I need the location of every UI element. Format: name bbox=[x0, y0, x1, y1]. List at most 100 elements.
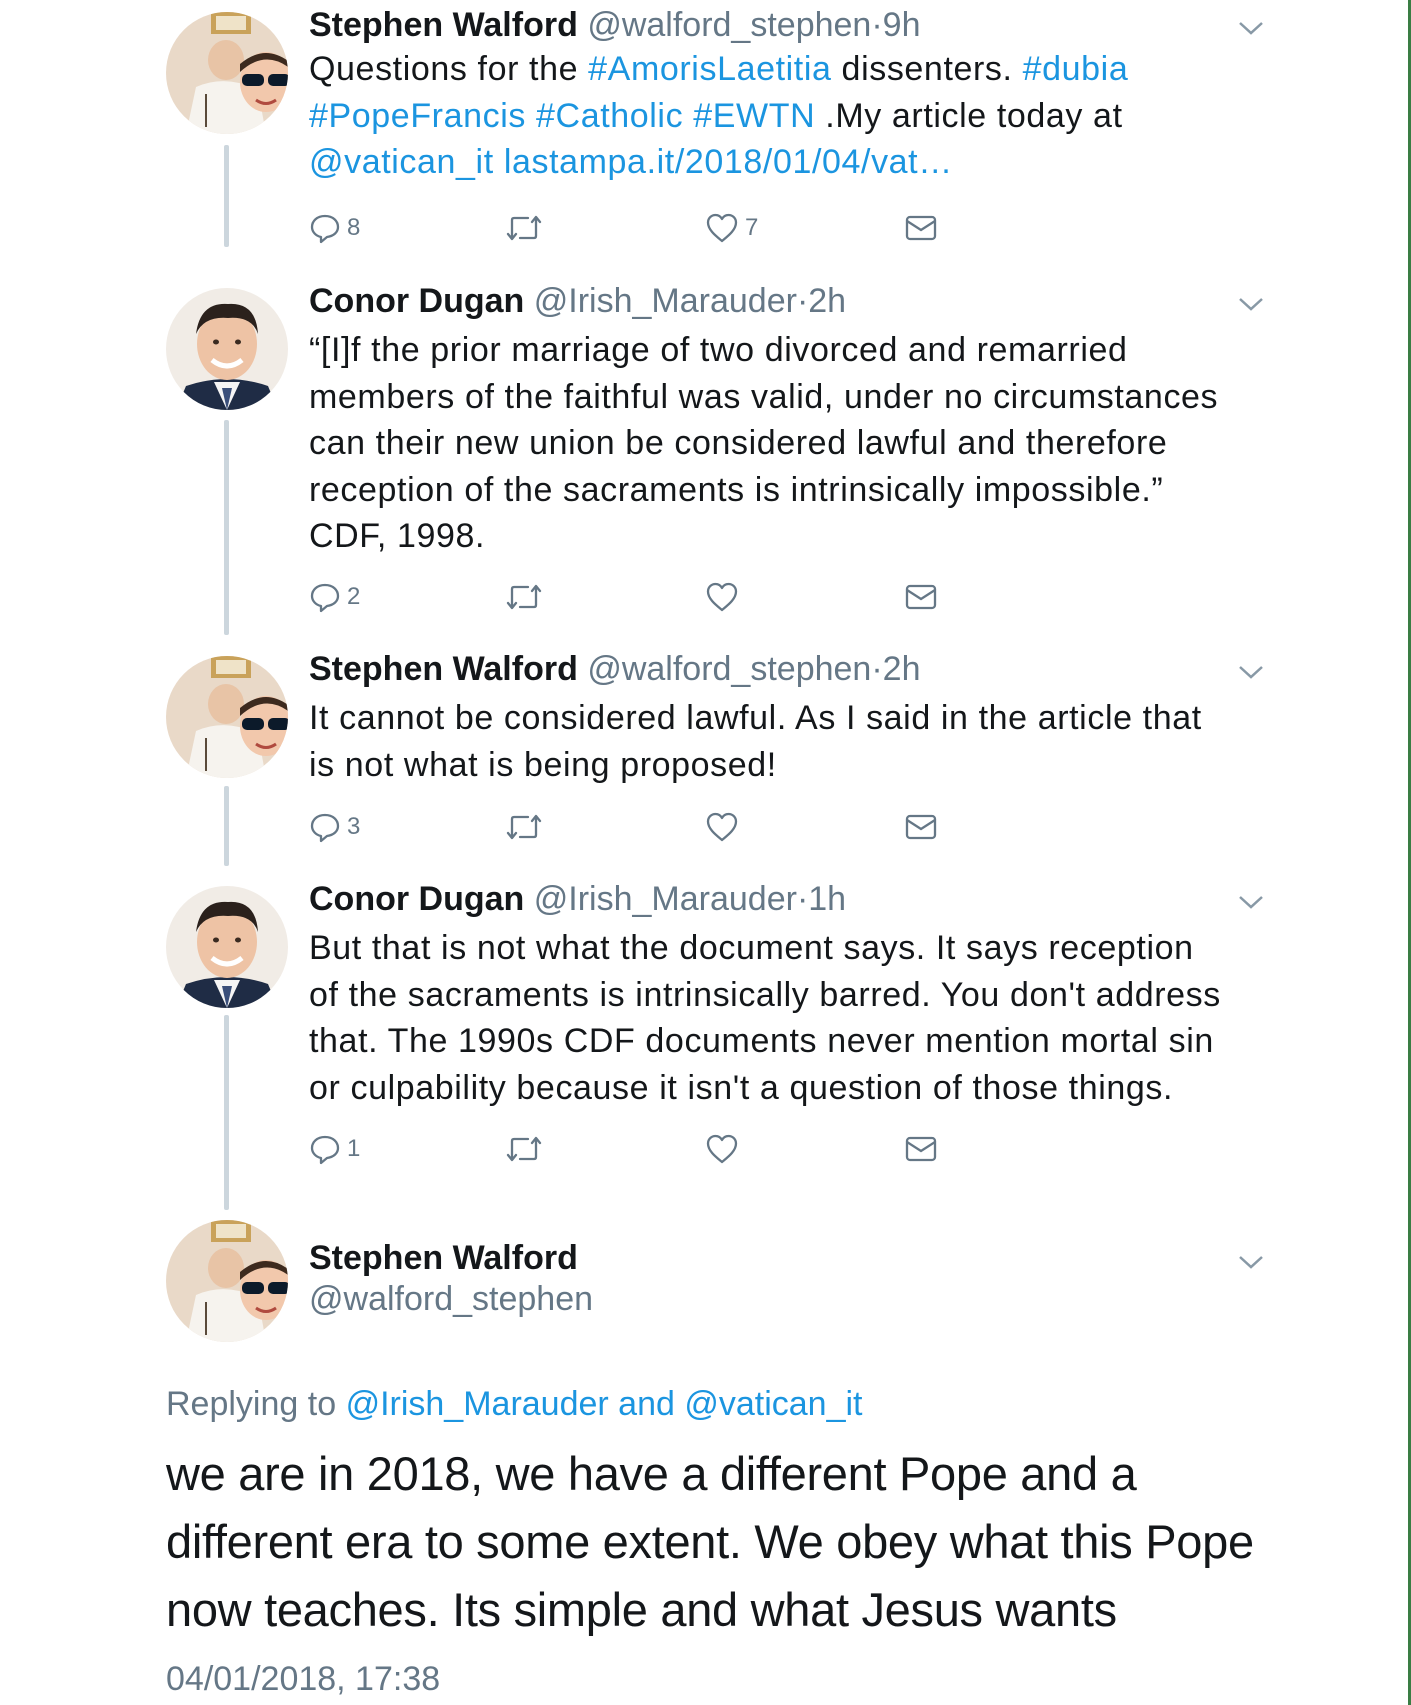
author-handle[interactable]: @walford_stephen bbox=[587, 650, 871, 688]
avatar[interactable] bbox=[166, 1220, 288, 1342]
reply-count: 3 bbox=[347, 813, 361, 840]
like-button[interactable]: 7 bbox=[705, 208, 758, 248]
envelope-icon bbox=[905, 215, 937, 241]
tweet-header: Stephen Walford @walford_stephen·2h bbox=[309, 649, 921, 689]
tweet-time[interactable]: 1h bbox=[808, 880, 846, 918]
dm-button[interactable] bbox=[904, 1129, 938, 1169]
avatar[interactable] bbox=[166, 656, 288, 778]
text-line: CDF, 1998. bbox=[309, 517, 486, 555]
separator-dot: · bbox=[796, 880, 809, 918]
text-line: members of the faithful was valid, under… bbox=[309, 377, 1219, 416]
text-segment bbox=[494, 143, 504, 181]
retweet-button[interactable] bbox=[506, 577, 548, 617]
avatar[interactable] bbox=[166, 886, 288, 1008]
reply-icon bbox=[310, 214, 340, 244]
reply-icon bbox=[310, 813, 340, 843]
tweet-header: Stephen Walford @walford_stephen·9h bbox=[309, 5, 921, 45]
text-line: But that is not what the document says. … bbox=[309, 929, 1194, 967]
dm-button[interactable] bbox=[904, 577, 938, 617]
separator-dot: · bbox=[871, 6, 883, 44]
main-author: Stephen Walford bbox=[309, 1238, 578, 1278]
envelope-icon bbox=[905, 814, 937, 840]
chevron-down-icon[interactable] bbox=[1238, 20, 1264, 36]
reply-count: 8 bbox=[347, 214, 361, 241]
envelope-icon bbox=[905, 584, 937, 610]
author-handle[interactable]: @Irish_Marauder bbox=[534, 880, 797, 918]
replying-to-link[interactable]: @Irish_Marauder and @vatican_it bbox=[346, 1385, 863, 1423]
replying-prefix: Replying to bbox=[166, 1385, 337, 1423]
text-line: reception of the sacraments is intrinsic… bbox=[309, 470, 1164, 509]
chevron-down-icon[interactable] bbox=[1238, 1254, 1264, 1270]
tweet-time[interactable]: 2h bbox=[883, 650, 921, 688]
like-count: 7 bbox=[745, 214, 759, 241]
tweet-text: Questions for the #AmorisLaetitia dissen… bbox=[309, 46, 1269, 186]
text-line: we are in 2018, we have a different Pope… bbox=[166, 1447, 1137, 1500]
reply-button[interactable]: 2 bbox=[309, 577, 360, 617]
tweet-header: Conor Dugan @Irish_Marauder·1h bbox=[309, 879, 846, 919]
hashtag-link[interactable]: #EWTN bbox=[693, 97, 815, 135]
text-line: that. The 1990s CDF documents never ment… bbox=[309, 1022, 1214, 1060]
hashtag-link[interactable]: #Catholic bbox=[536, 97, 683, 135]
url-link[interactable]: lastampa.it/2018/01/04/vat… bbox=[504, 143, 953, 181]
author-name[interactable]: Conor Dugan bbox=[309, 880, 524, 918]
tweet-text: It cannot be considered lawful. As I sai… bbox=[309, 695, 1269, 788]
text-line: is not what is being proposed! bbox=[309, 745, 777, 784]
hashtag-link[interactable]: #dubia bbox=[1023, 50, 1129, 88]
thread-line bbox=[224, 786, 229, 866]
chevron-down-icon[interactable] bbox=[1238, 664, 1264, 680]
main-tweet-text: we are in 2018, we have a different Pope… bbox=[166, 1440, 1316, 1644]
author-name[interactable]: Stephen Walford bbox=[309, 650, 578, 688]
text-segment: .My article today at bbox=[815, 96, 1123, 135]
reply-button[interactable]: 3 bbox=[309, 807, 360, 847]
dm-button[interactable] bbox=[904, 208, 938, 248]
chevron-down-icon[interactable] bbox=[1238, 894, 1264, 910]
heart-icon bbox=[706, 582, 738, 612]
author-handle[interactable]: @walford_stephen bbox=[309, 1280, 593, 1319]
like-button[interactable] bbox=[705, 577, 745, 617]
reply-button[interactable]: 8 bbox=[309, 208, 360, 248]
retweet-button[interactable] bbox=[506, 208, 548, 248]
reply-count: 2 bbox=[347, 583, 361, 610]
replying-to: Replying to @Irish_Marauder and @vatican… bbox=[166, 1385, 863, 1424]
like-button[interactable] bbox=[705, 1129, 745, 1169]
like-button[interactable] bbox=[705, 807, 745, 847]
chevron-down-icon[interactable] bbox=[1238, 296, 1264, 312]
tweet-time[interactable]: 2h bbox=[808, 282, 846, 320]
author-name[interactable]: Stephen Walford bbox=[309, 1239, 578, 1277]
reply-count: 1 bbox=[347, 1135, 361, 1162]
heart-icon bbox=[706, 812, 738, 842]
text-line: Questions for the #AmorisLaetitia dissen… bbox=[309, 46, 1269, 93]
tweet-header: Conor Dugan @Irish_Marauder·2h bbox=[309, 281, 846, 321]
text-line: @vatican_it lastampa.it/2018/01/04/vat… bbox=[309, 139, 1269, 186]
separator-dot: · bbox=[871, 650, 883, 688]
reply-icon bbox=[310, 1135, 340, 1165]
avatar[interactable] bbox=[166, 12, 288, 134]
tweet-text: “[I]f the prior marriage of two divorced… bbox=[309, 327, 1269, 560]
hashtag-link[interactable]: #PopeFrancis bbox=[309, 97, 526, 135]
retweet-button[interactable] bbox=[506, 807, 548, 847]
text-line: of the sacraments is intrinsically barre… bbox=[309, 975, 1221, 1014]
author-name[interactable]: Stephen Walford bbox=[309, 6, 578, 44]
mention-link[interactable]: @vatican_it bbox=[309, 143, 494, 181]
reply-icon bbox=[310, 583, 340, 613]
retweet-icon bbox=[506, 814, 542, 840]
heart-icon bbox=[706, 1134, 738, 1164]
text-line: now teaches. Its simple and what Jesus w… bbox=[166, 1583, 1117, 1636]
heart-icon bbox=[706, 213, 738, 243]
thread-line bbox=[224, 1015, 229, 1210]
reply-button[interactable]: 1 bbox=[309, 1129, 360, 1169]
author-name[interactable]: Conor Dugan bbox=[309, 282, 524, 320]
text-segment: dissenters. bbox=[831, 50, 1023, 88]
text-segment bbox=[683, 97, 693, 135]
avatar[interactable] bbox=[166, 288, 288, 410]
retweet-button[interactable] bbox=[506, 1129, 548, 1169]
hashtag-link[interactable]: #AmorisLaetitia bbox=[588, 50, 831, 88]
dm-button[interactable] bbox=[904, 807, 938, 847]
author-handle[interactable]: @Irish_Marauder bbox=[534, 282, 797, 320]
text-line: can their new union be considered lawful… bbox=[309, 424, 1168, 462]
envelope-icon bbox=[905, 1136, 937, 1162]
tweet-time[interactable]: 9h bbox=[883, 6, 921, 44]
author-handle[interactable]: @walford_stephen bbox=[587, 6, 871, 44]
tweet-timestamp: 04/01/2018, 17:38 bbox=[166, 1660, 441, 1698]
text-segment: Questions for the bbox=[309, 50, 589, 88]
